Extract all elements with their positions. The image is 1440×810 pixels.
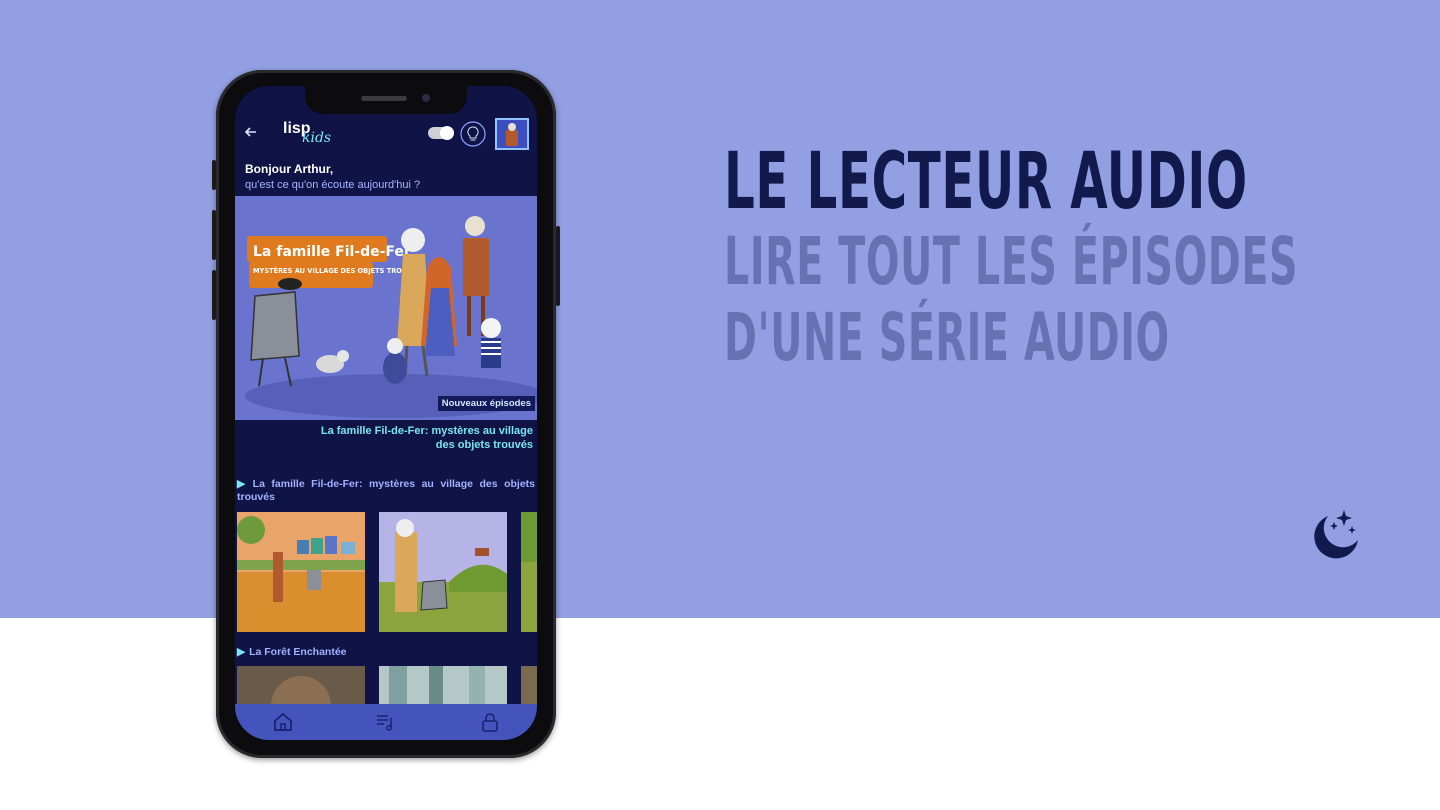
- play-triangle-icon: ▶: [237, 478, 249, 490]
- toggle-knob: [440, 126, 454, 140]
- lightbulb-icon[interactable]: [460, 121, 486, 147]
- phone-side-button: [212, 160, 216, 190]
- hero-banner[interactable]: La famille Fil-de-Fer MYSTÈRES AU VILLAG…: [235, 196, 537, 420]
- episode-carousel-foret-enchantee[interactable]: [237, 666, 537, 704]
- new-episodes-badge: Nouveaux épisodes: [437, 396, 535, 411]
- phone-notch: [305, 86, 467, 114]
- avatar[interactable]: [495, 118, 529, 150]
- headline: LE LECTEUR AUDIO LIRE TOUT LES ÉPISODES …: [724, 140, 1364, 376]
- hero-poster-title: La famille Fil-de-Fer: [253, 244, 411, 260]
- section-title-text: La Forêt Enchantée: [249, 646, 347, 658]
- episode-thumbnail[interactable]: [521, 512, 537, 632]
- phone-mockup: lisp kids Bonjour Arthur, qu'est ce qu'o…: [212, 70, 560, 758]
- toggle-switch[interactable]: [428, 126, 454, 140]
- episode-carousel-fil-de-fer[interactable]: [237, 512, 537, 632]
- app-bar: lisp kids: [235, 118, 537, 150]
- greeting-hello: Bonjour Arthur,: [245, 162, 334, 176]
- hero-caption[interactable]: La famille Fil-de-Fer: mystères au villa…: [303, 424, 533, 452]
- play-triangle-icon: ▶: [237, 646, 246, 658]
- phone-power-button: [556, 226, 560, 306]
- hero-poster-subtitle: MYSTÈRES AU VILLAGE DES OBJETS TROUVÉS: [253, 266, 422, 275]
- phone-speaker: [361, 96, 407, 101]
- headline-subtitle-line1: LIRE TOUT LES ÉPISODES: [724, 223, 1299, 300]
- logo-kids: kids: [302, 130, 332, 146]
- episode-thumbnail[interactable]: [237, 666, 365, 704]
- episode-thumbnail[interactable]: [379, 512, 507, 632]
- lock-icon[interactable]: [478, 710, 502, 734]
- headline-title: LE LECTEUR AUDIO: [724, 137, 1248, 227]
- episode-thumbnail[interactable]: [379, 666, 507, 704]
- phone-volume-up: [212, 210, 216, 260]
- bottom-tab-bar: [235, 704, 537, 740]
- section-title-foret-enchantee[interactable]: ▶ La Forêt Enchantée: [237, 646, 535, 659]
- phone-camera: [422, 94, 430, 102]
- playlist-icon[interactable]: [374, 710, 398, 734]
- moon-stars-icon: [1314, 510, 1358, 559]
- app-screen: lisp kids Bonjour Arthur, qu'est ce qu'o…: [235, 86, 537, 740]
- episode-thumbnail[interactable]: [521, 666, 537, 704]
- greeting: Bonjour Arthur, qu'est ce qu'on écoute a…: [245, 162, 535, 191]
- home-icon[interactable]: [271, 710, 295, 734]
- section-title-text: La famille Fil-de-Fer: mystères au villa…: [237, 478, 535, 503]
- phone-volume-down: [212, 270, 216, 320]
- back-arrow-icon[interactable]: [241, 122, 261, 142]
- episode-thumbnail[interactable]: [237, 512, 365, 632]
- section-title-fil-de-fer[interactable]: ▶ La famille Fil-de-Fer: mystères au vill…: [237, 478, 535, 504]
- app-logo: lisp kids: [283, 120, 353, 148]
- headline-subtitle-line2: D'UNE SÉRIE AUDIO: [724, 299, 1170, 376]
- greeting-question: qu'est ce qu'on écoute aujourd'hui ?: [245, 179, 421, 191]
- hero-illustration: La famille Fil-de-Fer MYSTÈRES AU VILLAG…: [235, 196, 537, 420]
